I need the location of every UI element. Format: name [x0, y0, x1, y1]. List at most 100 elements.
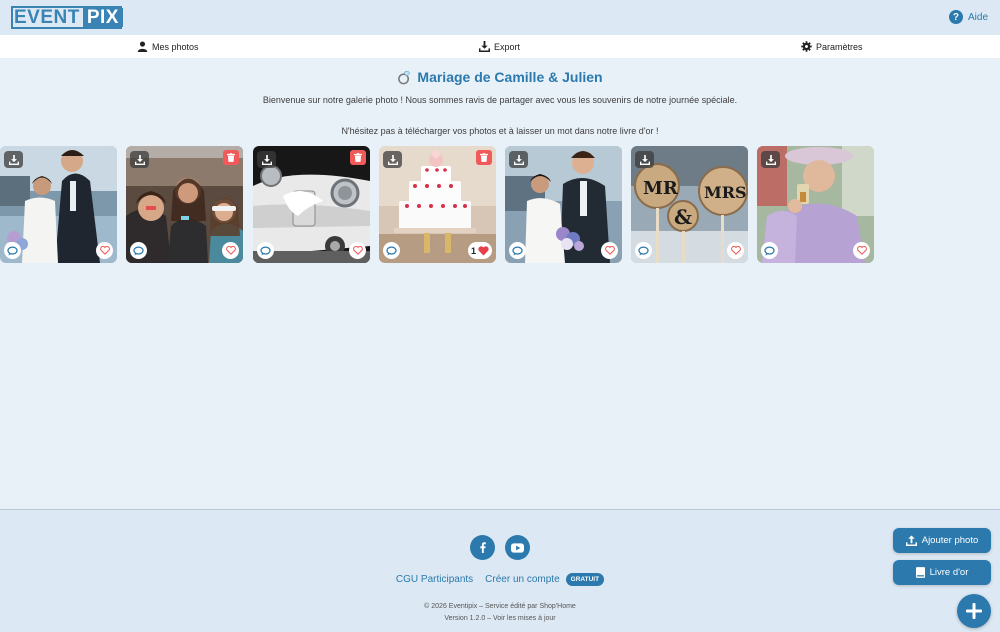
comment-icon — [260, 245, 271, 256]
heart-outline-icon — [730, 246, 741, 255]
comment-icon — [386, 245, 397, 256]
photo-card[interactable] — [253, 146, 370, 263]
download-icon — [479, 41, 490, 52]
download-icon — [8, 154, 19, 165]
like-button[interactable] — [853, 242, 870, 259]
comment-icon — [133, 245, 144, 256]
heart-outline-icon — [99, 246, 110, 255]
book-icon — [915, 567, 925, 578]
photo-card[interactable]: MR MRS & — [631, 146, 748, 263]
free-badge: GRATUIT — [565, 573, 605, 586]
download-photo-button[interactable] — [4, 151, 23, 168]
facebook-icon — [479, 542, 486, 553]
photo-card[interactable]: 1 — [379, 146, 496, 263]
photo-card[interactable] — [126, 146, 243, 263]
download-icon — [513, 154, 524, 165]
download-icon — [387, 154, 398, 165]
photo-card[interactable] — [0, 146, 117, 263]
help-link[interactable]: ? Aide — [948, 10, 988, 24]
event-title: Mariage de Camille & Julien — [417, 69, 603, 85]
photo-card[interactable] — [505, 146, 622, 263]
nav-export[interactable]: Export — [479, 35, 520, 58]
download-icon — [134, 154, 145, 165]
user-icon — [137, 41, 148, 52]
social-links — [0, 535, 1000, 560]
logo-text-pix: PIX — [82, 8, 123, 27]
photo-card[interactable] — [757, 146, 874, 263]
comment-icon — [764, 245, 775, 256]
heart-outline-icon — [604, 246, 615, 255]
comment-button[interactable] — [130, 242, 147, 259]
svg-text:MRS: MRS — [704, 183, 747, 202]
create-account-link[interactable]: Créer un compte — [485, 574, 559, 585]
comment-icon — [638, 245, 649, 256]
comment-icon — [512, 245, 523, 256]
comment-button[interactable] — [383, 242, 400, 259]
guestbook-label: Livre d'or — [929, 567, 969, 578]
heart-filled-icon — [478, 245, 489, 256]
youtube-icon — [511, 542, 524, 553]
photo-gallery: 1 MR MRS & — [0, 146, 1000, 264]
comment-button[interactable] — [257, 242, 274, 259]
add-photo-button[interactable]: Ajouter photo — [893, 528, 991, 553]
main-nav: Mes photos Export Paramètres — [0, 35, 1000, 58]
like-button[interactable] — [349, 242, 366, 259]
download-icon — [765, 154, 776, 165]
download-photo-button[interactable] — [130, 151, 149, 168]
footer-links: CGU Participants Créer un compte GRATUIT — [0, 573, 1000, 586]
facebook-link[interactable] — [470, 535, 495, 560]
nav-export-label: Export — [494, 41, 521, 52]
delete-photo-button[interactable] — [223, 150, 239, 165]
like-button[interactable] — [601, 242, 618, 259]
download-photo-button[interactable] — [509, 151, 528, 168]
cgu-link[interactable]: CGU Participants — [396, 574, 473, 585]
gear-icon — [801, 41, 812, 52]
trash-icon — [354, 153, 362, 162]
like-button[interactable] — [727, 242, 744, 259]
ring-icon — [398, 70, 411, 84]
download-icon — [261, 154, 272, 165]
footer: CGU Participants Créer un compte GRATUIT… — [0, 509, 1000, 632]
page-title: Mariage de Camille & Julien — [0, 69, 1000, 85]
help-label: Aide — [967, 11, 988, 23]
nav-settings-label: Paramètres — [816, 41, 863, 52]
nav-my-photos[interactable]: Mes photos — [137, 35, 199, 58]
like-count: 1 — [470, 245, 476, 256]
heart-outline-icon — [856, 246, 867, 255]
like-button[interactable] — [222, 242, 239, 259]
logo-text-event: EVENT — [13, 8, 83, 29]
nav-my-photos-label: Mes photos — [152, 41, 199, 52]
nav-settings[interactable]: Paramètres — [801, 35, 863, 58]
comment-button[interactable] — [635, 242, 652, 259]
plus-icon — [966, 603, 982, 619]
download-photo-button[interactable] — [257, 151, 276, 168]
top-bar: EVENT PIX ? Aide — [0, 0, 1000, 35]
like-button-liked[interactable]: 1 — [467, 242, 492, 259]
copyright-text: © 2026 Eventipix – Service édité par Sho… — [424, 603, 576, 610]
comment-button[interactable] — [509, 242, 526, 259]
svg-text:MR: MR — [643, 178, 679, 199]
heart-outline-icon — [352, 246, 363, 255]
version-link[interactable]: Version 1.2.0 – Voir les mises à jour — [0, 615, 1000, 622]
download-photo-button[interactable] — [635, 151, 654, 168]
upload-icon — [905, 535, 917, 546]
question-icon: ? — [948, 10, 963, 24]
welcome-text: Bienvenue sur notre galerie photo ! Nous… — [262, 95, 738, 105]
download-icon — [639, 154, 650, 165]
comment-button[interactable] — [4, 242, 21, 259]
svg-text:&: & — [674, 205, 692, 229]
trash-icon — [227, 153, 235, 162]
guestbook-button[interactable]: Livre d'or — [893, 560, 991, 585]
download-photo-button[interactable] — [383, 151, 402, 168]
heart-outline-icon — [225, 246, 236, 255]
download-photo-button[interactable] — [761, 151, 780, 168]
delete-photo-button[interactable] — [350, 150, 366, 165]
eventpix-logo[interactable]: EVENT PIX — [11, 6, 123, 29]
youtube-link[interactable] — [505, 535, 530, 560]
like-button[interactable] — [96, 242, 113, 259]
add-fab-button[interactable] — [957, 594, 991, 628]
add-photo-label: Ajouter photo — [921, 535, 979, 546]
comment-icon — [7, 245, 18, 256]
delete-photo-button[interactable] — [476, 150, 492, 165]
comment-button[interactable] — [761, 242, 778, 259]
